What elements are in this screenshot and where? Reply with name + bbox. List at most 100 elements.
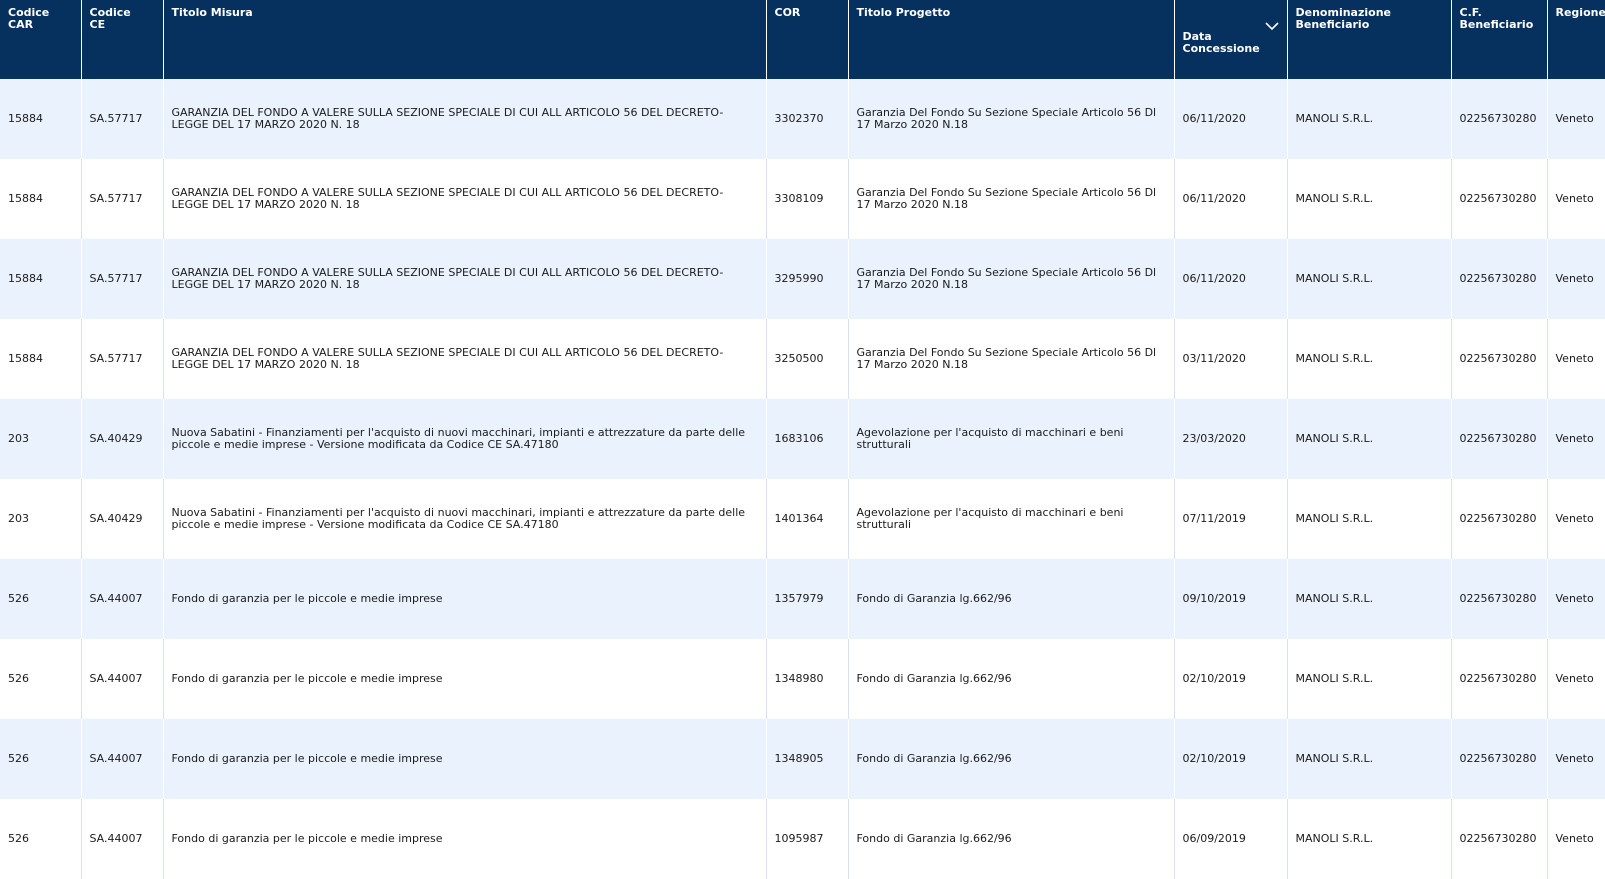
cell-codice-ce: SA.44007 xyxy=(81,799,164,879)
cell-cf-beneficiario: 02256730280 xyxy=(1451,639,1548,719)
cell-codice-ce: SA.40429 xyxy=(81,399,164,479)
column-header-codice-ce[interactable]: Codice CE xyxy=(81,0,164,79)
cell-codice-car: 526 xyxy=(0,639,82,719)
table-body: 15884 SA.57717 GARANZIA DEL FONDO A VALERE… xyxy=(0,79,1605,879)
cell-denominazione-beneficiario: MANOLI S.R.L. xyxy=(1287,799,1452,879)
cell-codice-ce: SA.57717 xyxy=(81,79,164,159)
chevron-down-icon[interactable] xyxy=(1264,21,1279,31)
cell-denominazione-beneficiario: MANOLI S.R.L. xyxy=(1287,319,1452,399)
cell-cf-beneficiario: 02256730280 xyxy=(1451,79,1548,159)
cell-codice-car: 15884 xyxy=(0,319,82,399)
table-row[interactable]: 526 SA.44007 Fondo di garanzia per le picc… xyxy=(0,639,1605,719)
table-row[interactable]: 526 SA.44007 Fondo di garanzia per le picc… xyxy=(0,799,1605,879)
cell-regione: Veneto xyxy=(1547,479,1605,559)
table-row[interactable]: 203 SA.40429 Nuova Sabatini - Finanziament… xyxy=(0,399,1605,479)
table-header: Codice CAR Codice CE Titolo Misura COR T… xyxy=(0,0,1605,79)
cell-titolo-progetto: Garanzia Del Fondo Su Sezione Speciale A… xyxy=(848,159,1175,239)
cell-cor: 1348980 xyxy=(766,639,849,719)
cell-cor: 3308109 xyxy=(766,159,849,239)
cell-cf-beneficiario: 02256730280 xyxy=(1451,559,1548,639)
cell-codice-ce: SA.44007 xyxy=(81,639,164,719)
results-table: Codice CAR Codice CE Titolo Misura COR T… xyxy=(0,0,1605,879)
cell-denominazione-beneficiario: MANOLI S.R.L. xyxy=(1287,639,1452,719)
column-header-cf-beneficiario[interactable]: C.F. Beneficiario xyxy=(1451,0,1548,79)
cell-titolo-progetto: Garanzia Del Fondo Su Sezione Speciale A… xyxy=(848,239,1175,319)
cell-cor: 1401364 xyxy=(766,479,849,559)
cell-titolo-progetto: Garanzia Del Fondo Su Sezione Speciale A… xyxy=(848,79,1175,159)
cell-regione: Veneto xyxy=(1547,79,1605,159)
cell-codice-ce: SA.57717 xyxy=(81,159,164,239)
cell-regione: Veneto xyxy=(1547,559,1605,639)
cell-denominazione-beneficiario: MANOLI S.R.L. xyxy=(1287,79,1452,159)
cell-cor: 1095987 xyxy=(766,799,849,879)
cell-regione: Veneto xyxy=(1547,639,1605,719)
cell-titolo-misura: Fondo di garanzia per le piccole e medie… xyxy=(163,719,767,799)
cell-titolo-progetto: Fondo di Garanzia lg.662/96 xyxy=(848,799,1175,879)
cell-codice-ce: SA.44007 xyxy=(81,559,164,639)
cell-cor: 1348905 xyxy=(766,719,849,799)
cell-denominazione-beneficiario: MANOLI S.R.L. xyxy=(1287,159,1452,239)
column-header-titolo-progetto[interactable]: Titolo Progetto xyxy=(848,0,1175,79)
cell-codice-ce: SA.44007 xyxy=(81,719,164,799)
cell-cf-beneficiario: 02256730280 xyxy=(1451,399,1548,479)
cell-data-concessione: 06/11/2020 xyxy=(1174,79,1288,159)
table-row[interactable]: 15884 SA.57717 GARANZIA DEL FONDO A VALERE… xyxy=(0,239,1605,319)
column-header-data-concessione[interactable]: Data Concessione xyxy=(1174,0,1288,79)
table-row[interactable]: 15884 SA.57717 GARANZIA DEL FONDO A VALERE… xyxy=(0,319,1605,399)
cell-codice-car: 526 xyxy=(0,719,82,799)
cell-cor: 1357979 xyxy=(766,559,849,639)
table-row[interactable]: 203 SA.40429 Nuova Sabatini - Finanziament… xyxy=(0,479,1605,559)
cell-titolo-progetto: Fondo di Garanzia lg.662/96 xyxy=(848,719,1175,799)
cell-titolo-misura: GARANZIA DEL FONDO A VALERE SULLA SEZION… xyxy=(163,239,767,319)
cell-titolo-progetto: Fondo di Garanzia lg.662/96 xyxy=(848,639,1175,719)
cell-titolo-progetto: Agevolazione per l'acquisto di macchinar… xyxy=(848,399,1175,479)
cell-codice-car: 526 xyxy=(0,799,82,879)
cell-codice-car: 203 xyxy=(0,479,82,559)
column-header-regione[interactable]: Regione xyxy=(1547,0,1605,79)
column-header-codice-car[interactable]: Codice CAR xyxy=(0,0,82,79)
cell-regione: Veneto xyxy=(1547,799,1605,879)
cell-codice-ce: SA.40429 xyxy=(81,479,164,559)
table-row[interactable]: 526 SA.44007 Fondo di garanzia per le picc… xyxy=(0,719,1605,799)
cell-codice-car: 203 xyxy=(0,399,82,479)
cell-cf-beneficiario: 02256730280 xyxy=(1451,479,1548,559)
cell-titolo-misura: GARANZIA DEL FONDO A VALERE SULLA SEZION… xyxy=(163,319,767,399)
cell-regione: Veneto xyxy=(1547,719,1605,799)
cell-data-concessione: 02/10/2019 xyxy=(1174,719,1288,799)
cell-cf-beneficiario: 02256730280 xyxy=(1451,159,1548,239)
cell-cor: 1683106 xyxy=(766,399,849,479)
cell-codice-ce: SA.57717 xyxy=(81,319,164,399)
table-row[interactable]: 526 SA.44007 Fondo di garanzia per le picc… xyxy=(0,559,1605,639)
cell-denominazione-beneficiario: MANOLI S.R.L. xyxy=(1287,479,1452,559)
cell-cf-beneficiario: 02256730280 xyxy=(1451,319,1548,399)
cell-data-concessione: 06/11/2020 xyxy=(1174,159,1288,239)
table-row[interactable]: 15884 SA.57717 GARANZIA DEL FONDO A VALERE… xyxy=(0,79,1605,159)
cell-codice-ce: SA.57717 xyxy=(81,239,164,319)
cell-titolo-progetto: Agevolazione per l'acquisto di macchinar… xyxy=(848,479,1175,559)
cell-regione: Veneto xyxy=(1547,159,1605,239)
cell-titolo-misura: Fondo di garanzia per le piccole e medie… xyxy=(163,799,767,879)
cell-titolo-progetto: Fondo di Garanzia lg.662/96 xyxy=(848,559,1175,639)
cell-titolo-misura: Fondo di garanzia per le piccole e medie… xyxy=(163,639,767,719)
cell-titolo-misura: GARANZIA DEL FONDO A VALERE SULLA SEZION… xyxy=(163,159,767,239)
cell-titolo-misura: Nuova Sabatini - Finanziamenti per l'acq… xyxy=(163,399,767,479)
cell-cf-beneficiario: 02256730280 xyxy=(1451,719,1548,799)
cell-titolo-misura: Fondo di garanzia per le piccole e medie… xyxy=(163,559,767,639)
cell-cor: 3302370 xyxy=(766,79,849,159)
table-row[interactable]: 15884 SA.57717 GARANZIA DEL FONDO A VALERE… xyxy=(0,159,1605,239)
cell-data-concessione: 02/10/2019 xyxy=(1174,639,1288,719)
cell-codice-car: 15884 xyxy=(0,239,82,319)
cell-denominazione-beneficiario: MANOLI S.R.L. xyxy=(1287,399,1452,479)
column-header-cor[interactable]: COR xyxy=(766,0,849,79)
cell-codice-car: 15884 xyxy=(0,159,82,239)
cell-codice-car: 15884 xyxy=(0,79,82,159)
cell-denominazione-beneficiario: MANOLI S.R.L. xyxy=(1287,559,1452,639)
cell-regione: Veneto xyxy=(1547,239,1605,319)
cell-titolo-misura: Nuova Sabatini - Finanziamenti per l'acq… xyxy=(163,479,767,559)
cell-titolo-progetto: Garanzia Del Fondo Su Sezione Speciale A… xyxy=(848,319,1175,399)
column-header-titolo-misura[interactable]: Titolo Misura xyxy=(163,0,767,79)
cell-data-concessione: 09/10/2019 xyxy=(1174,559,1288,639)
cell-regione: Veneto xyxy=(1547,319,1605,399)
column-header-denominazione-beneficiario[interactable]: Denominazione Beneficiario xyxy=(1287,0,1452,79)
cell-codice-car: 526 xyxy=(0,559,82,639)
